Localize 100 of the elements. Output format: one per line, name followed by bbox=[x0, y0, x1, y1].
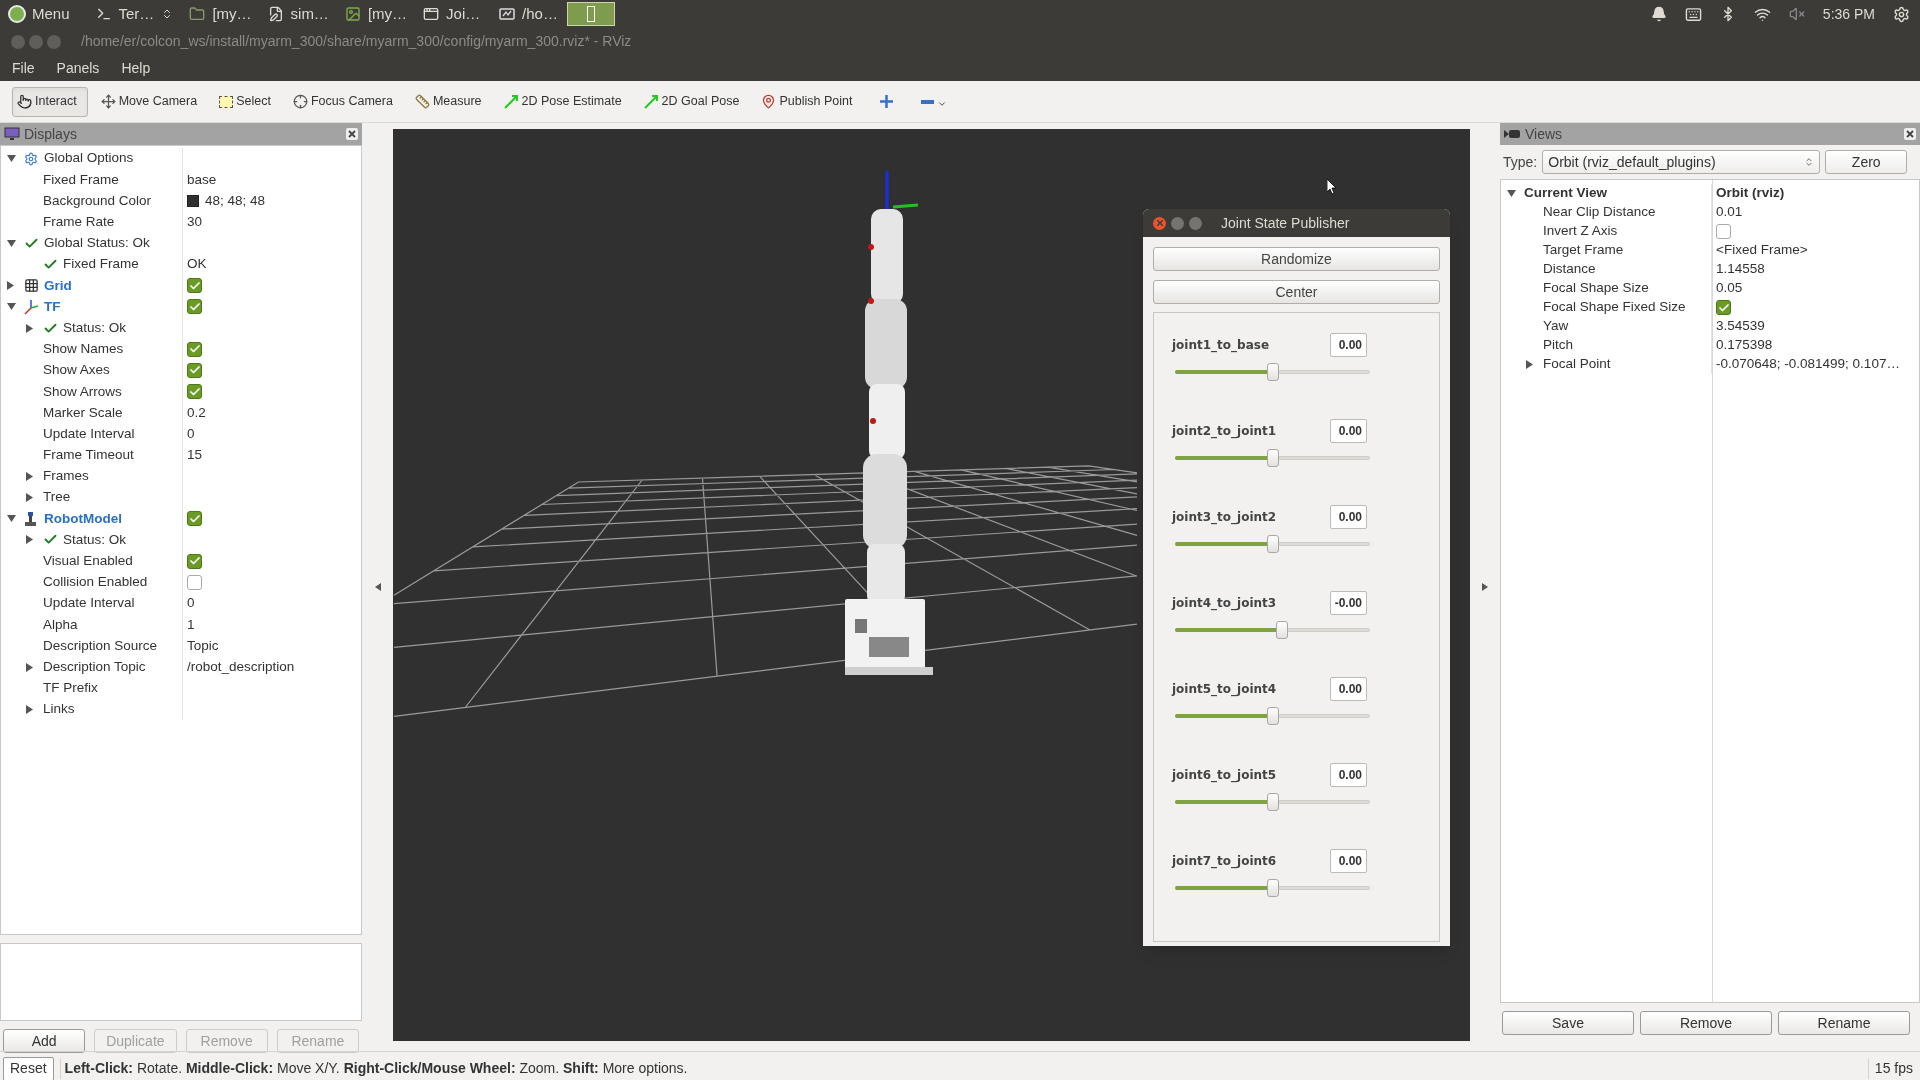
checkbox[interactable] bbox=[1716, 300, 1731, 315]
property-value: 0 bbox=[187, 424, 195, 443]
checkbox[interactable] bbox=[1716, 224, 1731, 239]
toolbar-button[interactable]: 2D Pose Estimate bbox=[498, 86, 633, 117]
checkbox[interactable] bbox=[187, 299, 202, 315]
slider-thumb[interactable] bbox=[1266, 707, 1279, 725]
keyboard-icon[interactable] bbox=[1684, 5, 1702, 23]
toolbar-button[interactable]: Measure bbox=[409, 86, 493, 117]
toolbar-button[interactable]: 2D Goal Pose bbox=[638, 86, 751, 117]
property-name: Focal Shape Size bbox=[1543, 279, 1649, 298]
dialog-button[interactable]: Center bbox=[1153, 280, 1440, 304]
window-title: /home/er/colcon_ws/install/myarm_300/share/myarm_300/config/myarm_300.rviz* - RViz bbox=[81, 32, 632, 51]
collapsed-arrow-icon[interactable] bbox=[26, 471, 33, 481]
notification-bell-icon[interactable] bbox=[1650, 6, 1667, 22]
expanded-arrow-icon[interactable] bbox=[7, 239, 16, 247]
collapsed-arrow-icon[interactable] bbox=[7, 281, 14, 291]
property-name: Current View bbox=[1524, 184, 1608, 203]
collapsed-arrow-icon[interactable] bbox=[26, 535, 33, 545]
joint-value-field[interactable]: 0.00 bbox=[1330, 333, 1367, 357]
slider-thumb[interactable] bbox=[1266, 535, 1279, 553]
color-swatch[interactable] bbox=[187, 194, 199, 207]
checkbox[interactable] bbox=[187, 362, 202, 378]
menu-item[interactable]: File bbox=[12, 57, 35, 79]
panel-button[interactable]: Rename bbox=[1778, 1011, 1910, 1035]
map-pin-icon bbox=[761, 94, 777, 109]
taskbar-button[interactable]: Joi… bbox=[415, 0, 492, 28]
checkbox[interactable] bbox=[187, 511, 202, 527]
menu-item[interactable]: Help bbox=[121, 57, 151, 79]
menu-item[interactable]: Panels bbox=[56, 57, 100, 79]
settings-icon[interactable] bbox=[1893, 5, 1910, 23]
joint-value-field[interactable]: 0.00 bbox=[1330, 849, 1367, 873]
active-window-thumbnail[interactable] bbox=[567, 2, 616, 26]
crosshair-icon bbox=[292, 94, 308, 109]
muted-speaker-icon[interactable] bbox=[1788, 6, 1805, 22]
collapsed-arrow-icon[interactable] bbox=[26, 323, 33, 333]
property-name: Alpha bbox=[43, 615, 78, 634]
diagonal-arrow-icon bbox=[643, 94, 659, 109]
taskbar-button[interactable]: [my… bbox=[181, 0, 260, 28]
toolbar-button[interactable]: Focus Camera bbox=[287, 86, 404, 117]
property-name: Status: Ok bbox=[63, 318, 127, 337]
zero-button[interactable]: Zero bbox=[1825, 150, 1908, 174]
type-dropdown[interactable]: Orbit (rviz_default_plugins) bbox=[1542, 150, 1821, 174]
checkbox[interactable] bbox=[187, 278, 202, 294]
joint-value-field[interactable]: 0.00 bbox=[1330, 763, 1367, 787]
collapsed-arrow-icon[interactable] bbox=[26, 493, 33, 503]
toolbar-button[interactable]: Select bbox=[214, 86, 282, 117]
close-icon[interactable] bbox=[1904, 128, 1916, 140]
toolbar-button[interactable]: Move Camera bbox=[95, 86, 209, 117]
checkbox[interactable] bbox=[187, 574, 202, 590]
taskbar-button[interactable]: Ter… bbox=[87, 0, 182, 28]
property-name: Show Arrows bbox=[43, 382, 122, 401]
taskbar-button[interactable]: /ho… bbox=[491, 0, 568, 28]
expanded-arrow-icon[interactable] bbox=[7, 303, 16, 311]
slider-thumb[interactable] bbox=[1276, 621, 1289, 639]
panel-button[interactable]: Save bbox=[1502, 1011, 1634, 1035]
slider-thumb[interactable] bbox=[1266, 363, 1279, 381]
joint-label: joint1_to_base bbox=[1172, 337, 1270, 354]
dialog-button[interactable]: Randomize bbox=[1153, 247, 1440, 271]
close-icon[interactable] bbox=[346, 128, 358, 140]
collapsed-arrow-icon[interactable] bbox=[1526, 360, 1533, 369]
slider-thumb[interactable] bbox=[1266, 879, 1279, 897]
ruler-icon bbox=[414, 94, 430, 109]
reset-button[interactable]: Reset bbox=[3, 1056, 54, 1080]
collapsed-arrow-icon[interactable] bbox=[26, 704, 33, 714]
checkbox[interactable] bbox=[187, 341, 202, 357]
joint-value-field[interactable]: 0.00 bbox=[1330, 505, 1367, 529]
maximize-icon[interactable] bbox=[1189, 216, 1202, 230]
clock[interactable]: 5:36 PM bbox=[1822, 3, 1875, 25]
property-name: Description Topic bbox=[43, 657, 146, 676]
joint-value-field[interactable]: -0.00 bbox=[1330, 591, 1367, 615]
property-value: 48; 48; 48 bbox=[205, 191, 266, 210]
expanded-arrow-icon[interactable] bbox=[7, 155, 16, 163]
image-icon bbox=[344, 6, 361, 22]
minimize-icon[interactable] bbox=[1171, 216, 1184, 230]
panel-button[interactable]: Add bbox=[3, 1029, 86, 1053]
panel-button[interactable]: Remove bbox=[1640, 1011, 1772, 1035]
checkbox[interactable] bbox=[187, 384, 202, 400]
toolbar-button[interactable]: Publish Point bbox=[756, 86, 864, 117]
collapsed-arrow-icon[interactable] bbox=[26, 662, 33, 672]
joint-value-field[interactable]: 0.00 bbox=[1330, 677, 1367, 701]
expanded-arrow-icon[interactable] bbox=[7, 515, 16, 523]
property-name: Focal Shape Fixed Size bbox=[1543, 298, 1686, 317]
menu-button[interactable]: Menu bbox=[0, 0, 78, 28]
property-name: Fixed Frame bbox=[63, 255, 139, 274]
panel-title: Views bbox=[1525, 124, 1564, 144]
checkbox[interactable] bbox=[187, 553, 202, 569]
property-name: Grid bbox=[44, 276, 72, 295]
slider-thumb[interactable] bbox=[1266, 793, 1279, 811]
joint-value-field[interactable]: 0.00 bbox=[1330, 419, 1367, 443]
move-arrows-icon bbox=[100, 94, 116, 109]
property-name: Update Interval bbox=[43, 424, 135, 443]
expanded-arrow-icon[interactable] bbox=[1507, 190, 1516, 197]
property-value: 0.05 bbox=[1716, 279, 1743, 298]
slider-thumb[interactable] bbox=[1266, 449, 1279, 467]
3d-viewport[interactable]: Joint State Publisher Randomize Center joint1_to_base 0.00 joint2_to_joint1 0.00 joint3_to_joint2 0.00 joint4_to_joint3 -0.00 joint5_to_joint4 0.00 joint6_to_joint5 0.00 joint7_to_joint6 0.00 bbox=[393, 129, 1470, 1041]
collapse-right-icon[interactable] bbox=[1482, 583, 1488, 591]
taskbar-button[interactable]: [my… bbox=[336, 0, 416, 28]
toolbar-button[interactable]: Interact bbox=[12, 86, 88, 117]
taskbar-button[interactable]: sim… bbox=[259, 0, 337, 28]
collapse-left-icon[interactable] bbox=[374, 583, 381, 591]
